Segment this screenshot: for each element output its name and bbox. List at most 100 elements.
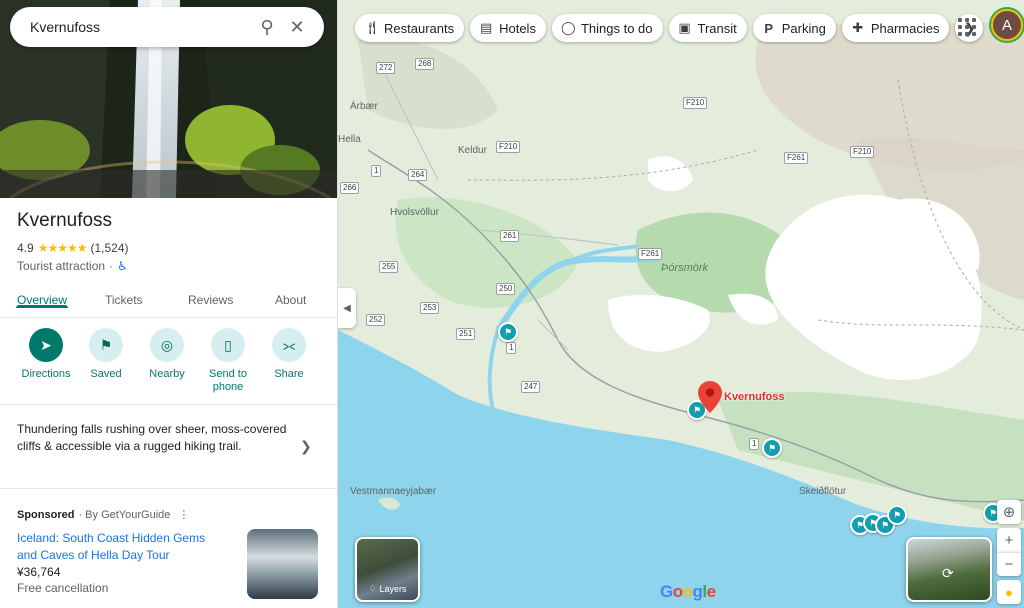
place-description[interactable]: Thundering falls rushing over sheer, mos…	[17, 421, 287, 455]
star-rating-icon: ★★★★★	[37, 241, 88, 255]
chip-parking[interactable]: P Parking	[752, 14, 836, 42]
road-shield: F210	[683, 97, 708, 109]
ad-cancellation-note: Free cancellation	[17, 581, 109, 595]
chip-restaurants[interactable]: 🍴︎ Restaurants	[355, 14, 465, 42]
collapse-panel-button[interactable]: ◀	[338, 288, 356, 328]
ad-thumbnail[interactable]	[247, 529, 318, 599]
chevron-right-icon[interactable]: ❯	[300, 438, 312, 455]
map-place-label: Árbær	[350, 101, 378, 112]
nearby-button[interactable]: ◎ Nearby	[134, 328, 200, 381]
phone-icon: ▯	[211, 328, 245, 362]
share-button[interactable]: ⪥ Share	[256, 328, 322, 381]
pegman-button[interactable]: ●	[997, 580, 1021, 604]
divider	[0, 404, 337, 405]
poi-marker[interactable]: ⚑	[762, 438, 782, 458]
bed-icon: ▤	[479, 20, 493, 35]
chip-hotels[interactable]: ▤ Hotels	[470, 14, 546, 42]
chip-label: Transit	[697, 20, 737, 36]
layers-label: ♢ Layers	[368, 583, 407, 594]
map-place-label: Hvolsvöllur	[390, 207, 439, 218]
action-label: Send to phone	[209, 368, 247, 393]
more-vert-icon[interactable]: ⋮	[178, 508, 189, 521]
road-shield: F210	[850, 146, 875, 158]
directions-button[interactable]: ➤ Directions	[13, 328, 79, 381]
send-to-phone-button[interactable]: ▯ Send to phone	[195, 328, 261, 394]
map-place-label: Skeiðflötur	[799, 486, 847, 497]
road-shield: 272	[376, 62, 396, 74]
place-category[interactable]: Tourist attraction	[17, 259, 105, 273]
saved-button[interactable]: ⚑ Saved	[73, 328, 139, 381]
zoom-in-button[interactable]: +	[997, 528, 1021, 552]
map-terrain	[338, 0, 1024, 608]
layers-button[interactable]: ♢ Layers	[355, 537, 420, 602]
sponsored-label: Sponsored	[17, 508, 75, 521]
account-avatar[interactable]: A	[991, 9, 1023, 41]
action-label: Saved	[90, 368, 122, 380]
camera-icon: ◯	[560, 20, 576, 35]
review-count[interactable]: (1,524)	[90, 241, 128, 255]
chip-label: Things to do	[580, 20, 653, 36]
rotate-360-icon: ⟳	[942, 565, 954, 581]
search-icon[interactable]: ⚲	[252, 12, 282, 42]
place-title: Kvernufoss	[17, 210, 113, 231]
plus-icon: +	[1004, 531, 1014, 549]
ad-title-link[interactable]: Iceland: South Coast Hidden Gems and Cav…	[17, 530, 227, 564]
sponsor-name: · By GetYourGuide	[78, 508, 171, 521]
road-shield: F261	[638, 248, 663, 260]
nearby-icon: ◎	[150, 328, 184, 362]
ad-price: ¥36,764	[17, 565, 61, 579]
poi-marker[interactable]: ⚑	[887, 505, 907, 525]
map-controls: ⊕ + − ●	[997, 500, 1021, 604]
tab-reviews[interactable]: Reviews	[188, 283, 233, 307]
road-shield: F210	[496, 141, 521, 153]
road-shield: 255	[379, 261, 399, 273]
chip-label: Restaurants	[384, 20, 455, 36]
map-canvas[interactable]: Árbær Hella Keldur Hvolsvöllur Þórsmörk …	[338, 0, 1024, 608]
crosshair-icon: ⊕	[1002, 504, 1016, 521]
chip-label: Hotels	[499, 20, 536, 36]
road-shield: 264	[408, 169, 428, 181]
road-shield: 251	[456, 328, 476, 340]
road-shield: 252	[366, 314, 386, 326]
poi-marker[interactable]: ⚑	[498, 322, 518, 342]
map-place-label: Hella	[338, 134, 361, 145]
rating-row[interactable]: 4.9 ★★★★★ (1,524)	[17, 241, 129, 255]
place-panel: ⚲ ✕ Kvernufoss 4.9 ★★★★★ (1,524) Tourist…	[0, 0, 338, 608]
apps-grid-icon[interactable]	[955, 15, 979, 39]
chip-label: Parking	[781, 20, 826, 36]
action-label: Directions	[21, 368, 71, 380]
selected-place-label[interactable]: Kvernufoss	[724, 391, 785, 403]
rating-value: 4.9	[17, 241, 34, 255]
road-shield: 268	[415, 58, 435, 70]
share-icon: ⪥	[272, 328, 306, 362]
selected-place-pin-icon[interactable]	[698, 381, 722, 413]
not-wheelchair-accessible-icon[interactable]: ♿︎	[117, 259, 128, 273]
minus-icon: −	[1004, 556, 1014, 573]
chip-transit[interactable]: ▣ Transit	[668, 14, 747, 42]
search-box[interactable]: ⚲ ✕	[10, 7, 324, 47]
close-icon[interactable]: ✕	[282, 12, 312, 42]
zoom-out-button[interactable]: −	[997, 552, 1021, 576]
tab-overview[interactable]: Overview	[15, 283, 69, 308]
chevron-left-icon: ◀	[343, 302, 351, 314]
search-input[interactable]	[30, 19, 252, 35]
tab-tickets[interactable]: Tickets	[105, 283, 143, 307]
chip-pharmacies[interactable]: ✚ Pharmacies	[841, 14, 950, 42]
category-row: Tourist attraction · ♿︎	[17, 259, 128, 273]
street-view-thumbnail[interactable]: ⟳	[906, 537, 992, 602]
my-location-button[interactable]: ⊕	[997, 500, 1021, 524]
google-logo: Google	[660, 582, 716, 601]
category-chip-row: 🍴︎ Restaurants ▤ Hotels ◯ Things to do ▣ Tra…	[355, 14, 984, 42]
map-place-label: Þórsmörk	[661, 262, 709, 274]
action-label: Nearby	[149, 368, 185, 380]
bookmark-icon: ⚑	[89, 328, 123, 362]
road-shield: 1	[371, 165, 382, 177]
road-shield: 250	[496, 283, 516, 295]
chip-things-to-do[interactable]: ◯ Things to do	[551, 14, 663, 42]
tab-about[interactable]: About	[275, 283, 306, 307]
place-hero-photo[interactable]: ⚲ ✕	[0, 0, 337, 198]
chip-label: Pharmacies	[870, 20, 940, 36]
maps-app: Árbær Hella Keldur Hvolsvöllur Þórsmörk …	[0, 0, 1024, 608]
road-shield: 1	[506, 342, 517, 354]
map-place-label: Keldur	[458, 145, 487, 156]
